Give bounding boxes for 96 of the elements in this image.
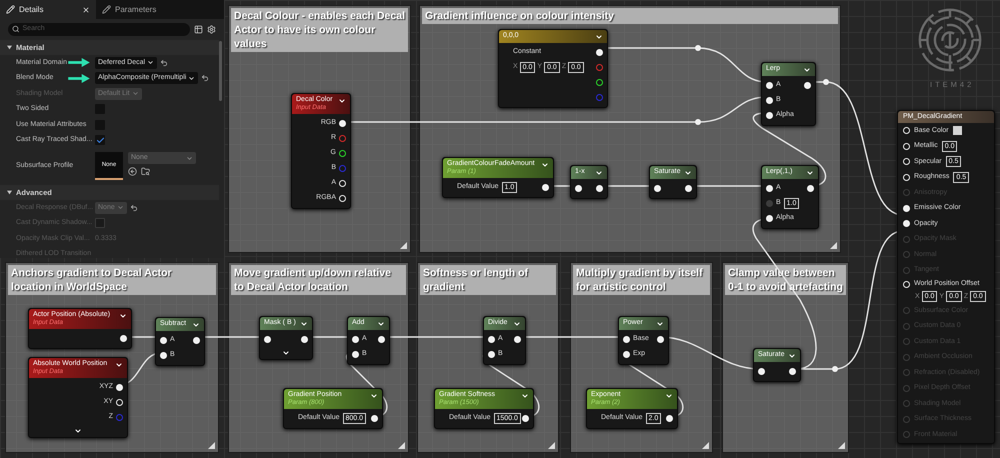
chevron-icon	[132, 90, 139, 98]
chevron-icon[interactable]	[656, 320, 664, 328]
input-pin[interactable]	[903, 204, 910, 212]
chevron-icon	[147, 59, 154, 66]
chevron-icon	[186, 154, 193, 162]
comment-title: Softness or length of gradient	[420, 265, 556, 295]
browse-icon[interactable]	[141, 167, 150, 176]
chevron-icon	[188, 74, 196, 82]
output-pin[interactable]	[789, 368, 796, 375]
resize-grip-icon[interactable]	[838, 442, 845, 449]
output-pin[interactable]	[685, 185, 692, 192]
comment-title: Clamp value between 0-1 to avoid artefacting	[725, 265, 846, 295]
output-pin[interactable]	[666, 414, 673, 422]
output-pin[interactable]	[657, 336, 664, 343]
output-pin[interactable]	[378, 336, 385, 343]
chevron-icon[interactable]	[192, 321, 200, 329]
chevron-icon[interactable]	[74, 426, 82, 435]
output-pin[interactable]	[339, 150, 346, 157]
output-pin[interactable]	[596, 49, 603, 56]
resize-grip-icon[interactable]	[400, 242, 407, 249]
output-pin[interactable]	[301, 336, 308, 343]
input-pin[interactable]	[766, 112, 773, 119]
pencil-icon	[102, 5, 111, 14]
output-pin[interactable]	[596, 79, 603, 86]
chevron-icon	[116, 204, 124, 212]
chevron-icon[interactable]	[513, 320, 521, 328]
input-pin[interactable]	[488, 351, 495, 358]
input-pin[interactable]	[623, 336, 630, 343]
input-pin[interactable]	[623, 351, 630, 358]
resize-grip-icon[interactable]	[702, 442, 709, 449]
chevron-icon[interactable]	[282, 349, 290, 357]
input-pin[interactable]	[766, 215, 773, 222]
chevron-icon[interactable]	[115, 361, 123, 369]
comment-title: Decal Colour - enables each Decal Actor to have its own colour values	[231, 8, 408, 52]
input-pin[interactable]	[654, 185, 661, 192]
chevron-icon[interactable]	[377, 320, 385, 328]
resize-grip-icon[interactable]	[830, 242, 837, 249]
color-swatch[interactable]	[952, 126, 962, 136]
chevron-icon[interactable]	[338, 97, 346, 105]
output-pin[interactable]	[120, 334, 127, 342]
close-icon[interactable]	[82, 6, 90, 14]
output-pin[interactable]	[807, 185, 814, 192]
output-pin[interactable]	[371, 414, 378, 422]
output-pin[interactable]	[522, 414, 529, 422]
chevron-icon[interactable]	[803, 66, 811, 74]
output-pin[interactable]	[596, 185, 603, 192]
input-pin[interactable]	[766, 185, 773, 192]
input-pin[interactable]	[160, 352, 167, 359]
output-pin[interactable]	[116, 384, 123, 391]
input-pin[interactable]	[758, 368, 765, 375]
maze-logo-icon	[917, 7, 983, 73]
reset-icon[interactable]	[160, 58, 168, 67]
chevron-icon[interactable]	[665, 392, 673, 400]
checkbox[interactable]	[95, 135, 105, 146]
input-pin[interactable]	[766, 200, 773, 207]
input-pin[interactable]	[264, 336, 271, 343]
input-pin[interactable]	[352, 351, 359, 358]
chevron-icon[interactable]	[541, 161, 549, 169]
input-pin[interactable]	[352, 336, 359, 343]
settings-icon[interactable]	[207, 24, 216, 34]
output-pin[interactable]	[804, 82, 811, 89]
output-pin[interactable]	[542, 184, 549, 191]
output-pin[interactable]	[193, 337, 200, 344]
use-asset-icon[interactable]	[128, 167, 137, 176]
comment-title: Move gradient up/down relative to Decal Actor location	[231, 265, 406, 295]
output-pin[interactable]	[339, 120, 346, 127]
resize-grip-icon[interactable]	[208, 442, 215, 449]
reset-icon[interactable]	[201, 74, 210, 82]
input-pin[interactable]	[575, 185, 582, 192]
chevron-icon[interactable]	[370, 392, 378, 400]
output-pin[interactable]	[514, 336, 521, 343]
input-pin[interactable]	[766, 82, 773, 89]
material-output-node[interactable]	[897, 110, 995, 444]
pencil-icon	[6, 5, 15, 14]
input-pin[interactable]	[488, 336, 495, 343]
search-icon	[12, 25, 20, 33]
chevron-icon[interactable]	[806, 169, 814, 177]
input-pin[interactable]	[903, 220, 910, 228]
chevron-icon[interactable]	[595, 169, 603, 177]
comment-title: Gradient influence on colour intensity	[422, 8, 838, 24]
table-icon[interactable]	[194, 24, 203, 34]
scrollbar[interactable]	[219, 41, 222, 101]
input-pin[interactable]	[766, 97, 773, 104]
comment-title: Anchors gradient to Decal Actor location in WorldSpace	[8, 265, 216, 295]
resize-grip-icon[interactable]	[548, 442, 555, 449]
chevron-icon[interactable]	[788, 352, 796, 360]
chevron-icon[interactable]	[595, 33, 603, 41]
chevron-icon[interactable]	[119, 312, 127, 320]
check-icon	[96, 136, 104, 145]
chevron-icon[interactable]	[684, 169, 692, 177]
resize-grip-icon[interactable]	[398, 442, 405, 449]
tab[interactable]: Details	[0, 0, 96, 19]
comment-title: Multiply gradient by itself for artistic control	[573, 265, 710, 295]
chevron-icon[interactable]	[521, 392, 529, 400]
chevron-icon[interactable]	[300, 320, 308, 328]
input-pin[interactable]	[160, 337, 167, 344]
